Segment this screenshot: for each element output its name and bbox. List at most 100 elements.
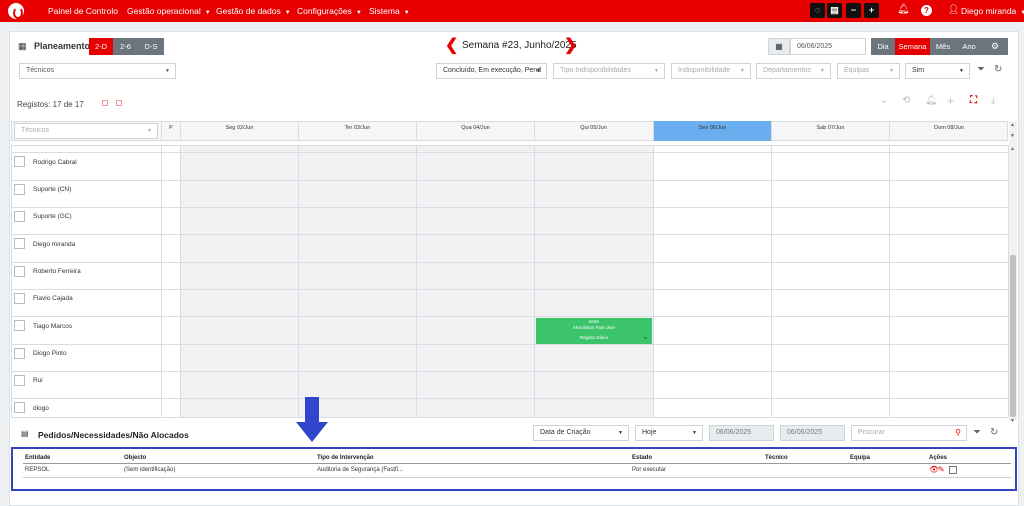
cell-tipo-intervencao: Auditoria de Segurança (Fastfi... — [317, 467, 404, 473]
calendar-icon[interactable]: ▦ — [768, 38, 790, 55]
col-tecnico[interactable]: Técnico — [765, 455, 788, 461]
row-checkbox[interactable] — [14, 293, 25, 304]
grid-body-weekend — [653, 145, 1008, 417]
vodafone-logo[interactable] — [8, 3, 24, 19]
technician-name: Diogo Pinto — [33, 350, 67, 357]
day-header-dom[interactable]: Dom 08/Jun — [889, 121, 1008, 141]
estado-select[interactable]: Concluído, Em execução, Pend ▼ — [436, 63, 547, 79]
tecnicos-select[interactable]: Técnicos ▼ — [19, 63, 176, 79]
select-label: Departamentos — [763, 67, 811, 74]
cell-objecto: (Sem identificação) — [124, 467, 176, 473]
col-objecto[interactable]: Objecto — [124, 455, 146, 461]
search-icon[interactable]: ⚲ — [955, 426, 961, 440]
chevron-down-icon[interactable]: ⌄ — [642, 333, 649, 341]
departamentos-select[interactable]: Departamentos ▼ — [756, 63, 831, 79]
page-title: Planeamento — [34, 41, 91, 51]
row-checkbox[interactable] — [14, 211, 25, 222]
col-equipa[interactable]: Equipa — [850, 455, 870, 461]
nav-gestao-operacional[interactable]: Gestão operacional ▼ — [127, 6, 211, 16]
tecnicos-grid-select[interactable]: Técnicos ▼ — [14, 123, 158, 139]
caret-down-icon: ▼ — [959, 68, 964, 74]
date-from-input[interactable]: 06/06/2025 — [709, 425, 774, 441]
technician-name: Suporte (GC) — [33, 213, 72, 220]
clear-filter-icon[interactable]: ⏷ — [977, 64, 985, 75]
search-input[interactable]: Procurar ⚲ — [851, 425, 967, 441]
nav-painel-controlo[interactable]: Painel de Controlo — [48, 6, 118, 16]
period-mes-button[interactable]: Mês — [930, 38, 956, 55]
fullscreen-icon[interactable]: ⛶ — [970, 95, 977, 106]
col-estado[interactable]: Estado — [632, 455, 652, 461]
p-column-header: P — [161, 121, 180, 141]
card-icon[interactable]: ▤ — [827, 3, 842, 18]
scroll-up-icon[interactable]: ▲ — [1010, 122, 1015, 128]
bell-icon[interactable]: 🔔︎ — [897, 4, 910, 15]
row-checkbox[interactable] — [14, 375, 25, 386]
filter-marker-icon[interactable] — [116, 100, 122, 106]
plus-icon[interactable]: + — [864, 3, 879, 18]
period-semana-button[interactable]: Semana — [895, 38, 930, 55]
nav-gestao-dados[interactable]: Gestão de dados ▼ — [216, 6, 291, 16]
row-checkbox[interactable] — [14, 156, 25, 167]
period-select[interactable]: Hoje ▼ — [635, 425, 703, 441]
tipo-indisponibilidades-select[interactable]: Tipo Indisponibilidades ▼ — [553, 63, 665, 79]
col-entidade[interactable]: Entidade — [25, 455, 50, 461]
row-checkbox[interactable] — [14, 184, 25, 195]
add-icon[interactable]: + — [947, 94, 954, 108]
event-block[interactable]: teste XEvolution Fast User Registo Diári… — [536, 318, 652, 344]
rotate-icon[interactable]: ⟲ — [902, 95, 910, 106]
download-icon[interactable]: ⤓ — [991, 95, 995, 106]
scroll-down-icon[interactable]: ▼ — [1010, 133, 1015, 139]
row-checkbox[interactable] — [14, 238, 25, 249]
bell-icon[interactable]: 🔔︎ — [925, 95, 938, 106]
select-label: Técnicos — [26, 67, 55, 74]
period-ano-button[interactable]: Ano — [956, 38, 982, 55]
next-week-icon[interactable]: ❯ — [564, 35, 577, 55]
row-select-checkbox[interactable] — [949, 466, 957, 474]
row-checkbox[interactable] — [14, 266, 25, 277]
cell-estado: Por executar — [632, 467, 667, 473]
caret-down-icon: ▼ — [1020, 10, 1024, 16]
row-checkbox[interactable] — [14, 320, 25, 331]
nav-sistema[interactable]: Sistema ▼ — [369, 6, 410, 16]
scroll-down-icon[interactable]: ▼ — [1010, 418, 1015, 424]
refresh-icon[interactable]: ↻ — [990, 427, 998, 438]
row-checkbox[interactable] — [14, 402, 25, 413]
day-header-sex[interactable]: Sex 06/Jun — [653, 121, 771, 141]
scroll-up-icon[interactable]: ▲ — [1010, 146, 1015, 152]
user-menu[interactable]: Diego miranda ▼ — [961, 6, 1024, 16]
scrollbar-thumb[interactable] — [1010, 255, 1016, 417]
view-ds-button[interactable]: D-S — [138, 38, 164, 55]
day-header-ter[interactable]: Ter 03/Jun — [298, 121, 416, 141]
refresh-icon[interactable]: ↻ — [994, 64, 1002, 75]
edit-pencil-icon[interactable]: ✎ — [938, 465, 945, 474]
day-header-seg[interactable]: Seg 02/Jun — [180, 121, 298, 141]
view-26-button[interactable]: 2-6 — [113, 38, 138, 55]
sort-by-select[interactable]: Data de Criação ▼ — [533, 425, 629, 441]
day-header-qui[interactable]: Qui 05/Jun — [534, 121, 652, 141]
chevron-down-icon[interactable]: ⌄ — [880, 95, 888, 106]
prev-week-icon[interactable]: ❮ — [445, 35, 458, 55]
caret-down-icon: ▼ — [889, 68, 894, 74]
view-2d-button[interactable]: 2-D — [89, 38, 113, 55]
day-header-sab[interactable]: Sab 07/Jun — [771, 121, 889, 141]
technician-name: Tiago Marcos — [33, 323, 73, 330]
col-tipo-intervencao[interactable]: Tipo de Intervenção — [317, 455, 374, 461]
caret-down-icon: ▼ — [740, 68, 745, 74]
chat-icon[interactable]: ◌ — [810, 3, 825, 18]
help-icon[interactable]: ? — [921, 5, 932, 16]
settings-icon[interactable]: ⚙︎ — [982, 38, 1008, 55]
clear-filter-icon[interactable]: ⏷ — [973, 427, 981, 438]
caret-down-icon: ▼ — [618, 430, 623, 436]
row-checkbox[interactable] — [14, 348, 25, 359]
event-type: Registo Diário — [579, 335, 609, 340]
sim-select[interactable]: Sim ▼ — [905, 63, 970, 79]
date-input[interactable]: 06/06/2025 — [790, 38, 866, 55]
date-to-input[interactable]: 06/06/2025 — [780, 425, 845, 441]
indisponibilidade-select[interactable]: Indisponibilidade ▼ — [671, 63, 751, 79]
day-header-qua[interactable]: Qua 04/Jun — [416, 121, 534, 141]
nav-configuracoes[interactable]: Configurações ▼ — [297, 6, 362, 16]
minus-icon[interactable]: − — [846, 3, 861, 18]
period-dia-button[interactable]: Dia — [871, 38, 895, 55]
filter-marker-icon[interactable] — [102, 100, 108, 106]
equipas-select[interactable]: Equipas ▼ — [837, 63, 900, 79]
